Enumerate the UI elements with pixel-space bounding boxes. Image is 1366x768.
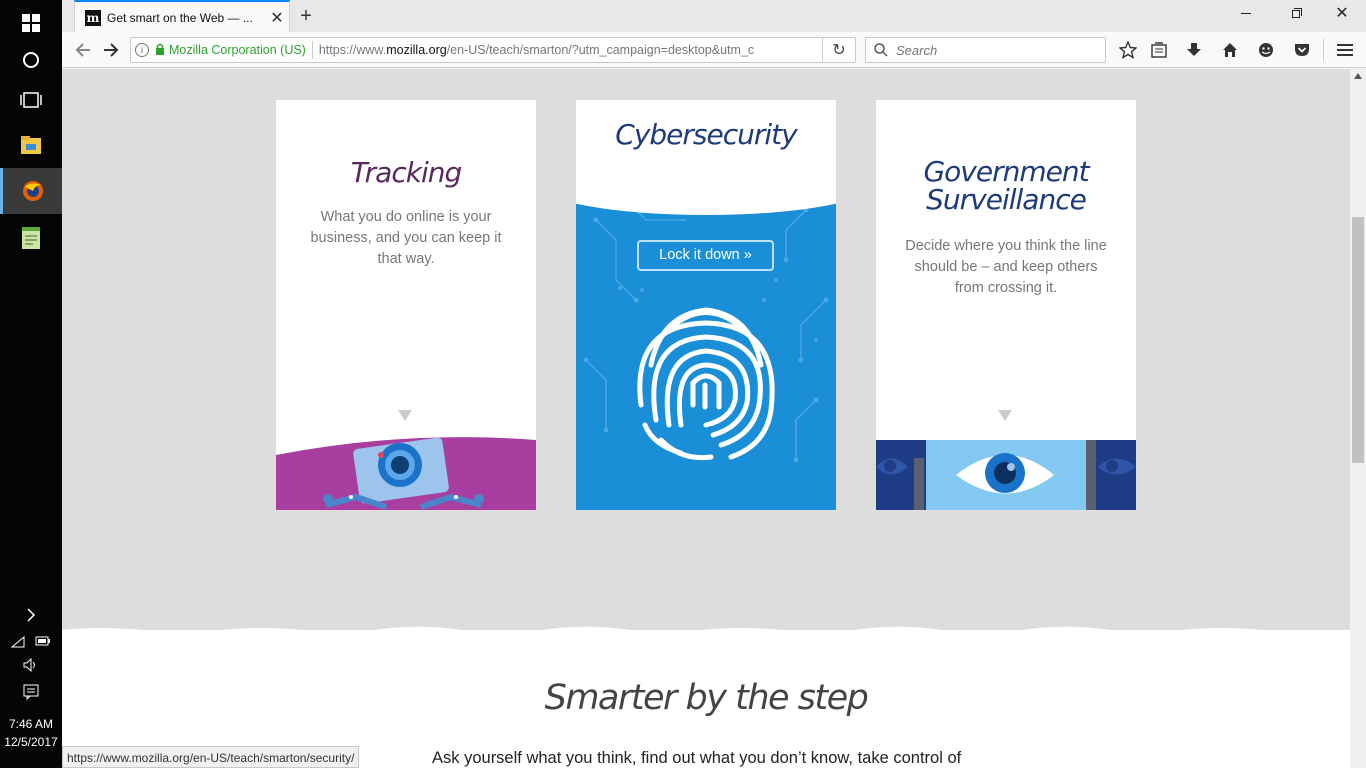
page-content: Tracking What you do online is your busi… [62,69,1350,768]
vertical-scrollbar[interactable] [1350,69,1366,768]
new-tab-icon[interactable]: + [294,4,318,28]
bookmarks-menu-icon[interactable] [1144,32,1174,68]
minimize-icon[interactable] [1234,6,1258,24]
url-domain: mozilla.org [386,43,447,57]
card-title-tracking: Tracking [350,156,463,189]
tab-close-icon[interactable]: ✕ [265,8,289,28]
forward-icon[interactable] [96,32,126,68]
url-path: /en-US/teach/smarton/?utm_campaign=deskt… [446,43,755,57]
security-identity[interactable]: Mozilla Corporation (US) [169,43,306,57]
expand-arrow-icon[interactable] [998,410,1012,421]
lock-it-down-button[interactable]: Lock it down » [637,240,774,271]
toolbar-divider [1323,39,1324,61]
section-title: Smarter by the step [544,678,869,718]
battery-icon[interactable] [35,636,51,646]
torn-edge-decoration [62,626,1350,634]
back-icon[interactable] [68,32,98,68]
card-title-cybersecurity: Cybersecurity [615,118,797,151]
search-bar[interactable] [865,37,1106,63]
firefox-icon[interactable] [0,168,62,214]
scroll-thumb[interactable] [1352,217,1364,463]
hello-icon[interactable] [1251,32,1281,68]
close-window-icon[interactable]: ✕ [1330,2,1354,26]
tracking-robot-illustration [276,437,536,510]
surveillance-eye-illustration [876,440,1136,510]
downloads-icon[interactable] [1179,32,1209,68]
tab-favicon-icon: m [85,9,101,26]
action-center-icon[interactable] [0,684,62,703]
card-text-tracking: What you do online is your business, and… [310,209,502,267]
restore-icon[interactable] [1284,6,1308,24]
url-text[interactable]: https://www.mozilla.org/en-US/teach/smar… [319,43,822,57]
card-title-government: Government Surveillance [876,158,1136,214]
url-divider [311,41,313,59]
pocket-icon[interactable] [1287,32,1317,68]
tab-strip: m Get smart on the Web — ... ✕ + ✕ [62,0,1366,33]
status-bar-link: https://www.mozilla.org/en-US/teach/smar… [62,746,360,768]
navigation-toolbar: i Mozilla Corporation (US) https://www.m… [62,32,1366,68]
expand-arrow-icon[interactable] [398,410,412,421]
card-tracking[interactable]: Tracking What you do online is your busi… [276,100,536,510]
wifi-icon[interactable] [11,636,25,648]
show-hidden-icons-icon[interactable] [0,608,62,625]
tab-title: Get smart on the Web — ... [107,10,253,25]
card-cybersecurity[interactable]: Cybersecurity Lock it down » [576,100,836,510]
card-government-surveillance[interactable]: Government Surveillance Decide where you… [876,100,1136,510]
info-icon[interactable]: i [135,43,149,57]
card-title-line2: Surveillance [926,183,1087,216]
scroll-up-icon[interactable] [1354,73,1362,79]
home-icon[interactable] [1215,32,1245,68]
section-text: Ask yourself what you think, find out wh… [432,749,962,767]
url-prefix: https://www. [318,43,387,57]
volume-icon[interactable] [0,657,62,675]
bookmark-star-icon[interactable] [1113,32,1143,68]
tab-get-smart[interactable]: m Get smart on the Web — ... ✕ [74,0,290,33]
firefox-window: m Get smart on the Web — ... ✕ + ✕ i Moz… [62,0,1366,768]
file-explorer-icon[interactable] [0,122,62,168]
lock-icon[interactable] [155,43,165,58]
reload-icon[interactable]: ↻ [823,40,855,60]
tray-status [0,636,62,648]
windows-taskbar: 7:46 AM 12/5/2017 [0,0,62,768]
task-view-icon[interactable] [0,77,62,123]
search-input[interactable] [894,41,1094,59]
notepad-icon[interactable] [0,215,62,261]
url-bar[interactable]: i Mozilla Corporation (US) https://www.m… [130,37,856,63]
clock-time[interactable]: 7:46 AM [0,717,62,731]
fingerprint-icon [637,307,775,461]
clock-date[interactable]: 12/5/2017 [0,735,62,749]
search-icon [874,43,888,57]
hamburger-menu-icon[interactable] [1330,32,1360,68]
card-text-government: Decide where you think the line should b… [905,238,1107,296]
